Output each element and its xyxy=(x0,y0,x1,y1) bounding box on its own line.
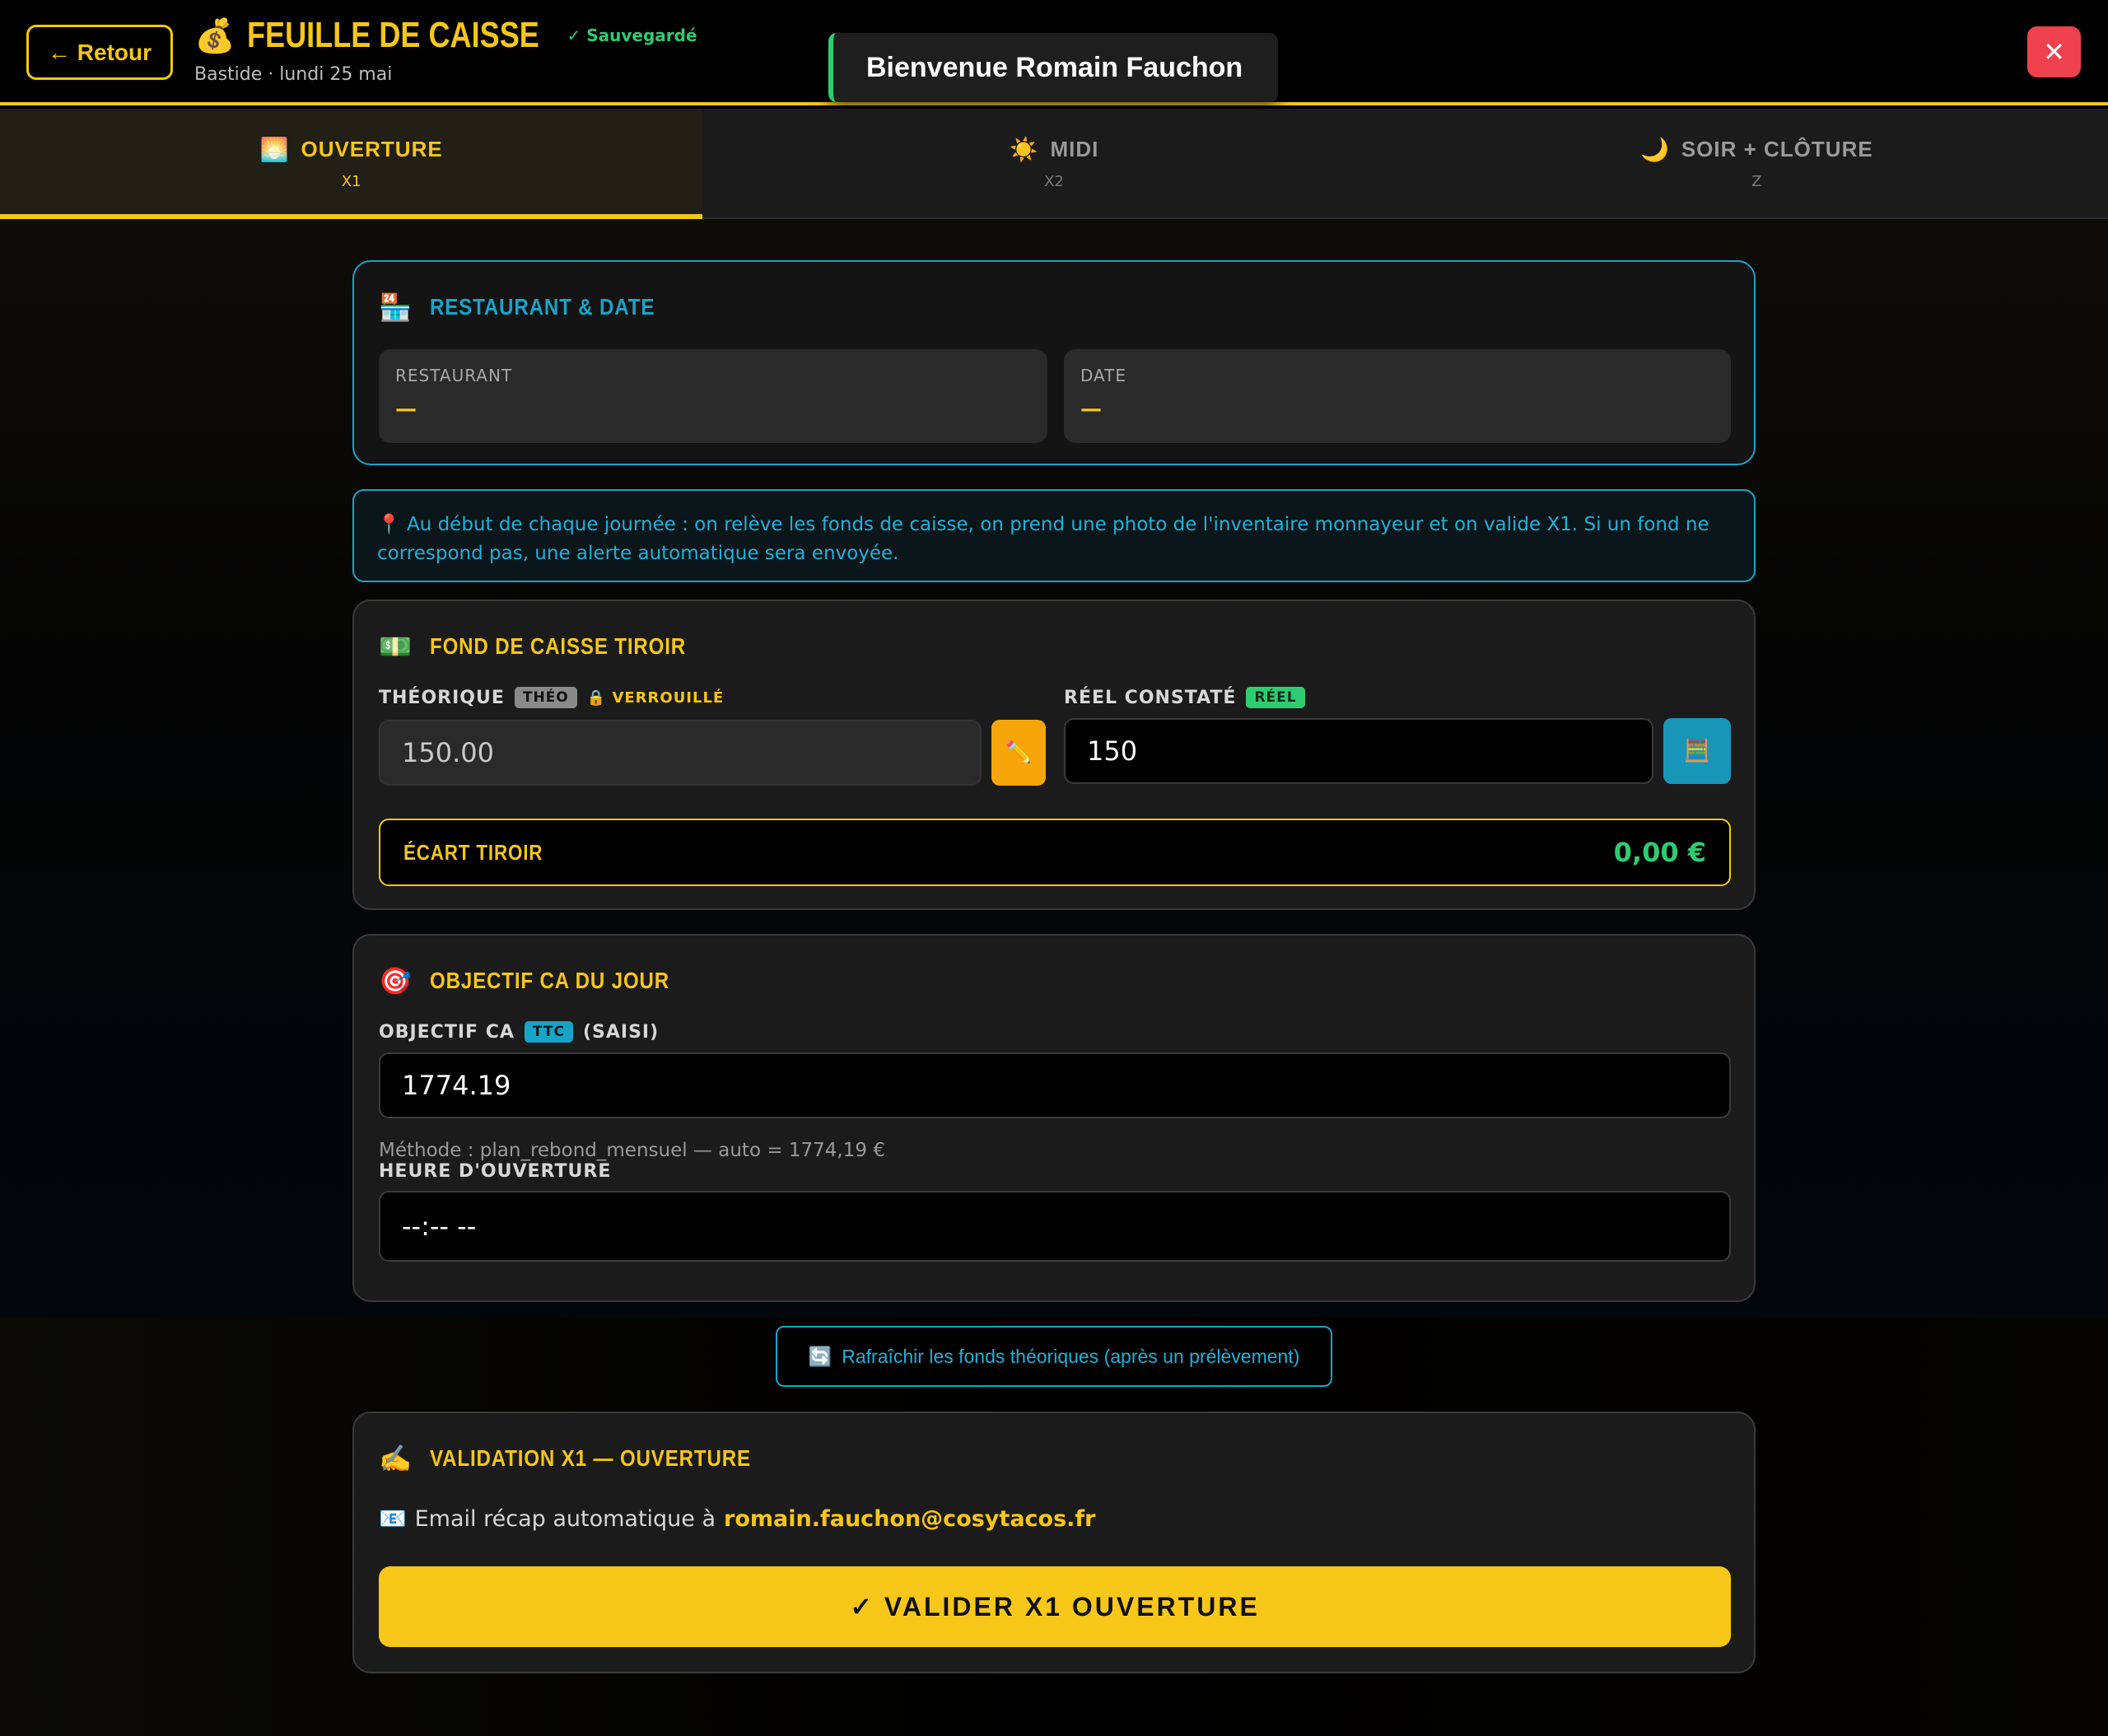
tab-label: MIDI xyxy=(1050,137,1099,161)
card-title: VALIDATION X1 — OUVERTURE xyxy=(429,1445,751,1471)
heure-label-row: HEURE D'OUVERTURE xyxy=(379,1161,611,1182)
date-field[interactable]: DATE — xyxy=(1064,349,1731,443)
date-value: — xyxy=(1080,397,1102,422)
refresh-fonds-button[interactable]: 🔄 Rafraîchir les fonds théoriques (après… xyxy=(776,1326,1332,1387)
reel-input[interactable]: 150 xyxy=(1064,718,1653,784)
sun-icon: ☀️ xyxy=(1009,137,1039,162)
refresh-label: Rafraîchir les fonds théoriques (après u… xyxy=(842,1345,1300,1367)
locked-status: 🔒 VERROUILLÉ xyxy=(586,688,725,707)
title-block: 💰 FEUILLE DE CAISSE ✓ Sauvegardé Bastide… xyxy=(194,15,697,85)
objectif-ca-input[interactable]: 1774.19 xyxy=(379,1052,1731,1118)
theorique-value: 150.00 xyxy=(402,737,494,768)
info-notice: 📍 Au début de chaque journée : on relève… xyxy=(352,489,1756,582)
edit-theorique-button[interactable]: ✏️ xyxy=(991,720,1046,786)
reel-label: RÉEL CONSTATÉ xyxy=(1064,687,1237,708)
store-icon: 🏪 xyxy=(379,292,412,323)
theorique-label: THÉORIQUE xyxy=(379,687,505,708)
tab-label: SOIR + CLÔTURE xyxy=(1681,137,1873,161)
card-title: OBJECTIF CA DU JOUR xyxy=(429,968,669,993)
money-bag-icon: 💰 xyxy=(194,16,236,55)
moon-icon: 🌙 xyxy=(1639,137,1670,162)
tab-label: OUVERTURE xyxy=(301,137,443,161)
reel-label-row: RÉEL CONSTATÉ RÉEL xyxy=(1064,687,1305,708)
tab-soir-cloture[interactable]: 🌙 SOIR + CLÔTURE Z xyxy=(1406,109,2108,217)
pencil-icon: ✏️ xyxy=(1005,740,1033,765)
page-title: FEUILLE DE CAISSE xyxy=(246,15,539,55)
objectif-ca-card: 🎯 OBJECTIF CA DU JOUR OBJECTIF CA TTC (S… xyxy=(352,934,1756,1302)
method-note: Méthode : plan_rebond_mensuel — auto = 1… xyxy=(379,1140,885,1161)
restaurant-label: RESTAURANT xyxy=(395,366,513,385)
objectif-label: OBJECTIF CA xyxy=(379,1021,515,1043)
restaurant-field[interactable]: RESTAURANT — xyxy=(379,349,1047,443)
writing-hand-icon: ✍️ xyxy=(379,1443,412,1474)
calculator-button[interactable]: 🧮 xyxy=(1663,718,1731,784)
ecart-label: ÉCART TIROIR xyxy=(403,839,543,865)
tab-sublabel: X1 xyxy=(341,173,361,190)
theorique-label-row: THÉORIQUE THÉO 🔒 VERROUILLÉ xyxy=(379,687,724,708)
info-text: Au début de chaque journée : on relève l… xyxy=(377,514,1709,564)
card-title: FOND DE CAISSE TIROIR xyxy=(429,633,686,659)
objectif-ca-value: 1774.19 xyxy=(402,1070,511,1101)
heure-value: --:-- -- xyxy=(402,1211,477,1242)
reel-value: 150 xyxy=(1087,735,1138,767)
objectif-label-row: OBJECTIF CA TTC (SAISI) xyxy=(379,1021,659,1043)
date-label: DATE xyxy=(1080,366,1127,385)
email-address: romain.fauchon@cosytacos.fr xyxy=(724,1505,1096,1532)
theorique-input: 150.00 xyxy=(379,720,982,786)
abacus-icon: 🧮 xyxy=(1683,739,1711,763)
fond-caisse-card: 💵 FOND DE CAISSE TIROIR THÉORIQUE THÉO 🔒… xyxy=(352,600,1756,910)
restaurant-value: — xyxy=(395,397,417,422)
banknote-icon: 💵 xyxy=(379,631,412,662)
tab-sublabel: Z xyxy=(1751,173,1762,190)
tab-sublabel: X2 xyxy=(1044,173,1064,190)
validation-card: ✍️ VALIDATION X1 — OUVERTURE 📧 Email réc… xyxy=(352,1412,1756,1673)
validate-label: ✓ VALIDER X1 OUVERTURE xyxy=(850,1592,1260,1622)
tab-midi[interactable]: ☀️ MIDI X2 xyxy=(702,109,1405,217)
validate-x1-button[interactable]: ✓ VALIDER X1 OUVERTURE xyxy=(379,1566,1731,1647)
toast-message: Bienvenue Romain Fauchon xyxy=(866,51,1243,83)
sunrise-icon: 🌅 xyxy=(259,137,290,162)
back-button[interactable]: ← Retour xyxy=(26,25,173,80)
email-recap-line: 📧 Email récap automatique à romain.fauch… xyxy=(379,1505,1096,1533)
restaurant-date-card: 🏪 RESTAURANT & DATE RESTAURANT — DATE — xyxy=(352,260,1756,465)
email-icon: 📧 xyxy=(379,1506,407,1532)
ecart-tiroir-box: ÉCART TIROIR 0,00 € xyxy=(379,819,1731,886)
close-button[interactable]: ✕ xyxy=(2027,26,2081,77)
close-icon: ✕ xyxy=(2043,36,2065,68)
welcome-toast: Bienvenue Romain Fauchon xyxy=(828,33,1278,102)
card-title: RESTAURANT & DATE xyxy=(429,294,655,320)
email-prefix: Email récap automatique à xyxy=(414,1505,716,1532)
saisi-label: (SAISI) xyxy=(582,1021,660,1043)
theo-badge: THÉO xyxy=(514,687,577,708)
reel-badge: RÉEL xyxy=(1246,687,1305,708)
top-header: ← Retour 💰 FEUILLE DE CAISSE ✓ Sauvegard… xyxy=(0,0,2108,105)
heure-ouverture-input[interactable]: --:-- -- xyxy=(379,1191,1731,1262)
refresh-icon: 🔄 xyxy=(808,1345,832,1367)
pin-icon: 📍 xyxy=(377,514,401,535)
ttc-badge: TTC xyxy=(524,1021,573,1043)
ecart-value: 0,00 € xyxy=(1613,837,1706,868)
saved-status: ✓ Sauvegardé xyxy=(567,26,697,45)
shift-tabs: 🌅 OUVERTURE X1 ☀️ MIDI X2 🌙 SOIR + CLÔTU… xyxy=(0,109,2108,219)
heure-label: HEURE D'OUVERTURE xyxy=(379,1161,612,1182)
page-subtitle: Bastide · lundi 25 mai xyxy=(194,64,393,85)
tab-ouverture[interactable]: 🌅 OUVERTURE X1 xyxy=(0,109,703,219)
target-icon: 🎯 xyxy=(379,965,412,996)
